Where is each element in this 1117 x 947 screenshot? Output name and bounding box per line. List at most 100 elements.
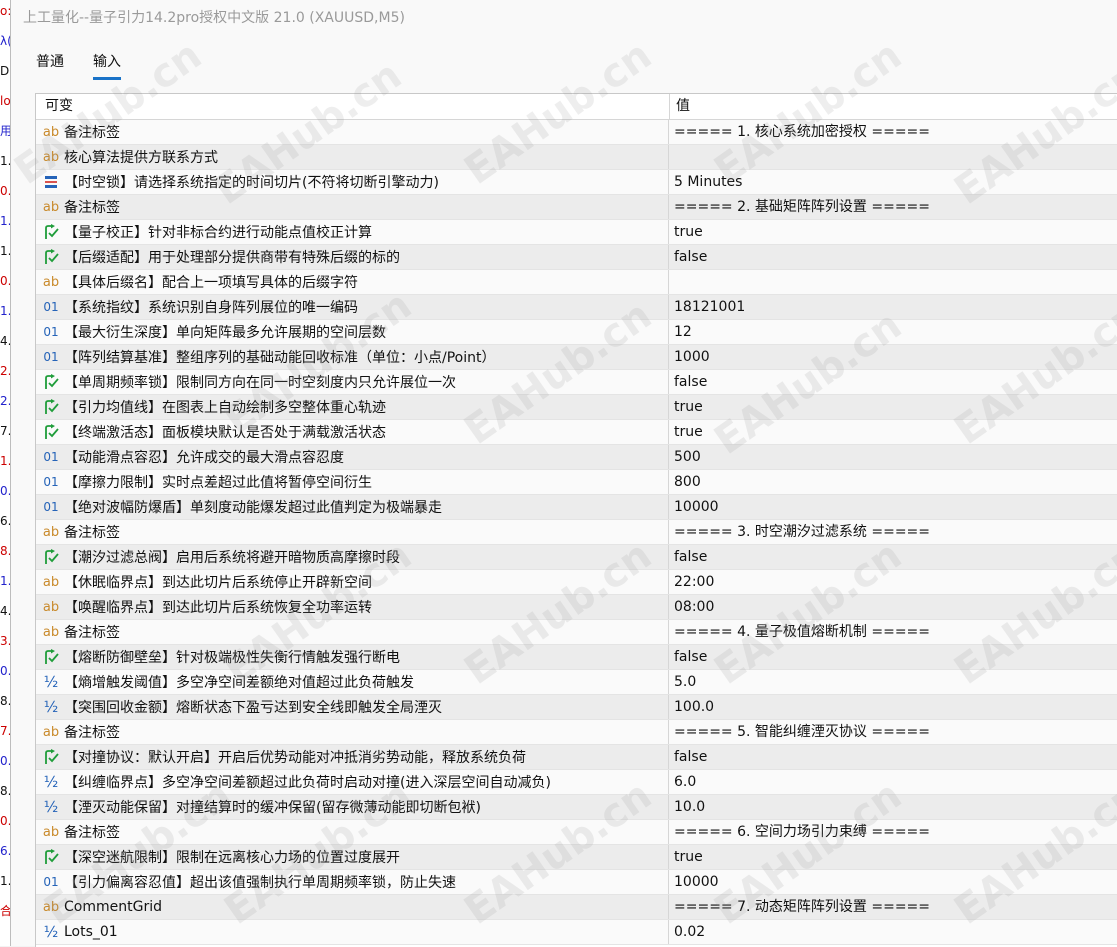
string-type-icon: ab [42, 199, 60, 215]
grid-row[interactable]: 01 【绝对波幅防爆盾】单刻度动能爆发超过此值判定为极端暴走 10000 [36, 495, 1117, 520]
grid-row[interactable]: 【引力均值线】在图表上自动绘制多空整体重心轨迹 true [36, 395, 1117, 420]
integer-type-icon: 01 [43, 875, 59, 889]
parameter-value-cell[interactable]: true [669, 845, 1117, 869]
grid-row[interactable]: ab 备注标签 ===== 3. 时空潮汐过滤系统 ===== [36, 520, 1117, 545]
parameter-value-cell[interactable]: 100.0 [669, 695, 1117, 719]
parameter-value-cell[interactable]: 12 [669, 320, 1117, 344]
grid-row[interactable]: 01 【动能滑点容忍】允许成交的最大滑点容忍度 500 [36, 445, 1117, 470]
grid-row[interactable]: ½ Lots_01 0.02 [36, 920, 1117, 945]
string-type-icon: ab [42, 899, 60, 915]
parameter-label: 【后缀适配】用于处理部分提供商带有特殊后缀的标的 [64, 250, 400, 266]
parameter-label: 【突围回收金额】熔断状态下盈亏达到安全线即触发全局湮灭 [64, 700, 442, 716]
parameter-name-cell: ab 备注标签 [36, 820, 669, 844]
parameter-label: CommentGrid [64, 899, 162, 915]
grid-row[interactable]: 【单周期频率锁】限制同方向在同一时空刻度内只允许展位一次 false [36, 370, 1117, 395]
parameter-label: 【动能滑点容忍】允许成交的最大滑点容忍度 [64, 450, 344, 466]
grid-row[interactable]: 01 【阵列结算基准】整组序列的基础动能回收标准（单位：小点/Point） 1000 [36, 345, 1117, 370]
grid-row[interactable]: 01 【引力偏离容忍值】超出该值强制执行单周期频率锁，防止失速 10000 [36, 870, 1117, 895]
parameter-value-cell[interactable]: 800 [669, 470, 1117, 494]
parameter-name-cell: ½ 【湮灭动能保留】对撞结算时的缓冲保留(留存微薄动能即切断包袱) [36, 795, 669, 819]
parameter-value-cell[interactable] [669, 270, 1117, 294]
parameter-value-cell[interactable]: false [669, 370, 1117, 394]
parameter-value-cell[interactable]: ===== 3. 时空潮汐过滤系统 ===== [669, 520, 1117, 544]
parameter-label: 【摩擦力限制】实时点差超过此值将暂停空间衍生 [64, 475, 372, 491]
parameter-name-cell: ½ Lots_01 [36, 920, 669, 944]
parameter-value-cell[interactable]: true [669, 220, 1117, 244]
window-title: 上工量化--量子引力14.2pro授权中文版 21.0 (XAUUSD,M5) [11, 0, 1117, 36]
grid-row[interactable]: ab 【具体后缀名】配合上一项填写具体的后缀字符 [36, 270, 1117, 295]
grid-row[interactable]: 【对撞协议：默认开启】开启后优势动能对冲抵消劣势动能，释放系统负荷 false [36, 745, 1117, 770]
parameter-label: 【深空迷航限制】限制在远离核心力场的位置过度展开 [64, 850, 400, 866]
parameter-label: 备注标签 [64, 725, 120, 741]
parameter-value-cell[interactable]: 0.02 [669, 920, 1117, 944]
grid-row[interactable]: ½ 【熵增触发阈值】多空净空间差额绝对值超过此负荷触发 5.0 [36, 670, 1117, 695]
tab-inputs[interactable]: 输入 [93, 51, 121, 80]
parameter-value-cell[interactable]: false [669, 645, 1117, 669]
parameter-value-cell[interactable]: 10000 [669, 870, 1117, 894]
column-header-variable[interactable]: 可变 [36, 94, 670, 119]
grid-row[interactable]: 【时空锁】请选择系统指定的时间切片(不符将切断引擎动力) 5 Minutes [36, 170, 1117, 195]
parameter-name-cell: ab 备注标签 [36, 620, 669, 644]
grid-row[interactable]: ab 核心算法提供方联系方式 [36, 145, 1117, 170]
grid-row[interactable]: 01 【系统指纹】系统识别自身阵列展位的唯一编码 18121001 [36, 295, 1117, 320]
parameter-name-cell: 【单周期频率锁】限制同方向在同一时空刻度内只允许展位一次 [36, 370, 669, 394]
parameter-value-cell[interactable]: ===== 4. 量子极值熔断机制 ===== [669, 620, 1117, 644]
parameter-value-cell[interactable]: false [669, 245, 1117, 269]
parameter-value-cell[interactable]: false [669, 545, 1117, 569]
parameter-value-cell[interactable]: 6.0 [669, 770, 1117, 794]
grid-row[interactable]: 【后缀适配】用于处理部分提供商带有特殊后缀的标的 false [36, 245, 1117, 270]
grid-row[interactable]: ab 备注标签 ===== 2. 基础矩阵阵列设置 ===== [36, 195, 1117, 220]
grid-row[interactable]: ½ 【突围回收金额】熔断状态下盈亏达到安全线即触发全局湮灭 100.0 [36, 695, 1117, 720]
grid-row[interactable]: 【量子校正】针对非标合约进行动能点值校正计算 true [36, 220, 1117, 245]
inputs-grid: 可变 值 ab 备注标签 ===== 1. 核心系统加密授权 ===== ab 核心算法… [35, 93, 1117, 947]
parameter-value-cell[interactable]: 08:00 [669, 595, 1117, 619]
grid-row[interactable]: 【终端激活态】面板模块默认是否处于满载激活状态 true [36, 420, 1117, 445]
grid-row[interactable]: ab 备注标签 ===== 5. 智能纠缠湮灭协议 ===== [36, 720, 1117, 745]
parameter-value-cell[interactable]: true [669, 420, 1117, 444]
integer-type-icon: 01 [43, 300, 59, 314]
integer-type-icon: 01 [43, 450, 59, 464]
parameter-value-cell[interactable]: false [669, 745, 1117, 769]
parameter-value-cell[interactable]: ===== 7. 动态矩阵阵列设置 ===== [669, 895, 1117, 919]
parameter-value-cell[interactable]: 500 [669, 445, 1117, 469]
parameter-label: 【阵列结算基准】整组序列的基础动能回收标准（单位：小点/Point） [64, 350, 496, 366]
parameter-value-cell[interactable]: 5 Minutes [669, 170, 1117, 194]
integer-type-icon: 01 [43, 325, 59, 339]
parameter-value-cell[interactable]: ===== 6. 空间力场引力束缚 ===== [669, 820, 1117, 844]
grid-row[interactable]: 01 【最大衍生深度】单向矩阵最多允许展期的空间层数 12 [36, 320, 1117, 345]
tab-general[interactable]: 普通 [36, 51, 64, 77]
boolean-type-icon [40, 224, 62, 240]
double-type-icon: ½ [43, 673, 59, 691]
parameter-name-cell: ½ 【纠缠临界点】多空净空间差额超过此负荷时启动对撞(进入深层空间自动减负) [36, 770, 669, 794]
grid-row[interactable]: ab 【休眠临界点】到达此切片后系统停止开辟新空间 22:00 [36, 570, 1117, 595]
column-header-value[interactable]: 值 [670, 94, 1117, 119]
grid-row[interactable]: 01 【摩擦力限制】实时点差超过此值将暂停空间衍生 800 [36, 470, 1117, 495]
parameter-value-cell[interactable]: ===== 2. 基础矩阵阵列设置 ===== [669, 195, 1117, 219]
grid-row[interactable]: ab 备注标签 ===== 1. 核心系统加密授权 ===== [36, 120, 1117, 145]
parameter-value-cell[interactable]: 22:00 [669, 570, 1117, 594]
parameter-name-cell: ab 备注标签 [36, 120, 669, 144]
parameter-value-cell[interactable]: 5.0 [669, 670, 1117, 694]
parameter-value-cell[interactable]: ===== 5. 智能纠缠湮灭协议 ===== [669, 720, 1117, 744]
tab-bar: 普通 输入 [11, 36, 1117, 80]
grid-row[interactable]: ab 备注标签 ===== 4. 量子极值熔断机制 ===== [36, 620, 1117, 645]
parameter-value-cell[interactable]: true [669, 395, 1117, 419]
parameter-value-cell[interactable] [669, 145, 1117, 169]
grid-row[interactable]: 【潮汐过滤总阀】启用后系统将避开暗物质高摩擦时段 false [36, 545, 1117, 570]
parameter-value-cell[interactable]: 10.0 [669, 795, 1117, 819]
parameter-value-cell[interactable]: 10000 [669, 495, 1117, 519]
parameter-name-cell: 【量子校正】针对非标合约进行动能点值校正计算 [36, 220, 669, 244]
parameter-value-cell[interactable]: 1000 [669, 345, 1117, 369]
grid-row[interactable]: 【熔断防御壁垒】针对极端极性失衡行情触发强行断电 false [36, 645, 1117, 670]
grid-row[interactable]: ab 【唤醒临界点】到达此切片后系统恢复全功率运转 08:00 [36, 595, 1117, 620]
grid-row[interactable]: ab CommentGrid ===== 7. 动态矩阵阵列设置 ===== [36, 895, 1117, 920]
grid-row[interactable]: 【深空迷航限制】限制在远离核心力场的位置过度展开 true [36, 845, 1117, 870]
parameter-name-cell: ab 【唤醒临界点】到达此切片后系统恢复全功率运转 [36, 595, 669, 619]
parameter-value-cell[interactable]: ===== 1. 核心系统加密授权 ===== [669, 120, 1117, 144]
grid-row[interactable]: ½ 【湮灭动能保留】对撞结算时的缓冲保留(留存微薄动能即切断包袱) 10.0 [36, 795, 1117, 820]
grid-row[interactable]: ½ 【纠缠临界点】多空净空间差额超过此负荷时启动对撞(进入深层空间自动减负) 6.0 [36, 770, 1117, 795]
parameter-value-cell[interactable]: 18121001 [669, 295, 1117, 319]
boolean-type-icon [40, 399, 62, 415]
boolean-type-icon [40, 749, 62, 765]
grid-row[interactable]: ab 备注标签 ===== 6. 空间力场引力束缚 ===== [36, 820, 1117, 845]
